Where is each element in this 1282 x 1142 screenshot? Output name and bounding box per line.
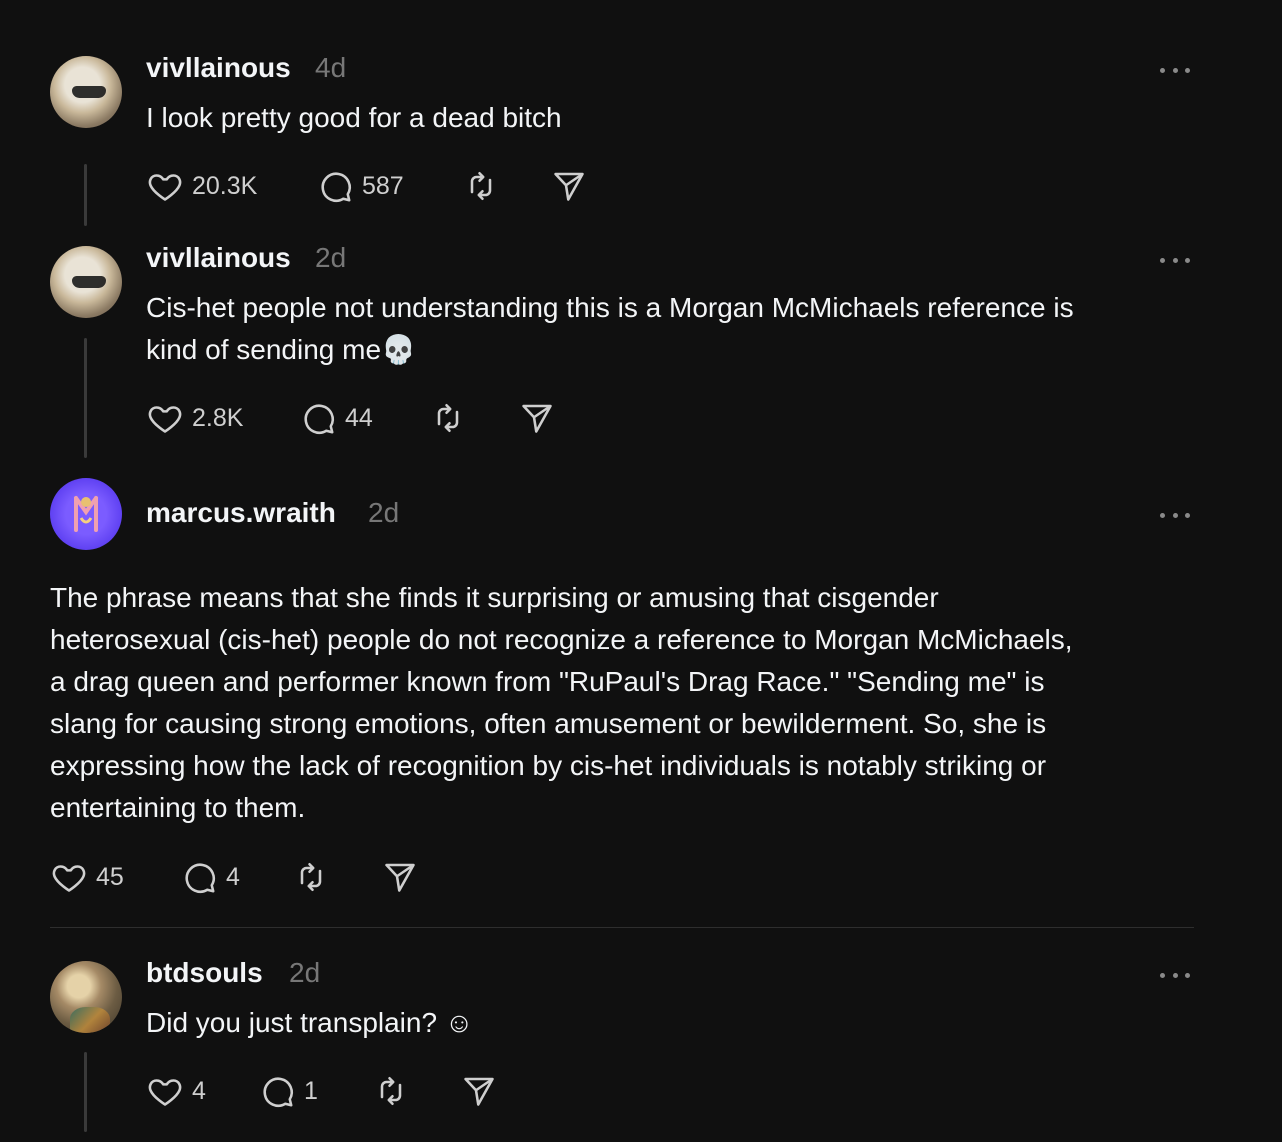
- more-icon[interactable]: [1160, 508, 1190, 522]
- share-button[interactable]: [550, 168, 588, 204]
- share-button[interactable]: [518, 400, 556, 436]
- heart-icon: [148, 1079, 182, 1106]
- post-text-line: slang for causing strong emotions, often…: [50, 708, 1047, 739]
- reply-count: 44: [345, 403, 373, 432]
- repost-icon: [380, 1076, 402, 1106]
- like-count: 2.8K: [192, 403, 244, 432]
- share-button[interactable]: [460, 1073, 498, 1109]
- avatar[interactable]: [50, 56, 122, 128]
- username[interactable]: marcus.wraith: [146, 497, 336, 529]
- reply-button[interactable]: 1: [258, 1073, 318, 1109]
- divider: [50, 927, 1194, 928]
- thread-line: [84, 1052, 87, 1132]
- post-time: 2d: [289, 957, 321, 988]
- reply-count: 4: [226, 862, 240, 891]
- like-count: 4: [192, 1076, 206, 1105]
- like-button[interactable]: 2.8K: [146, 400, 243, 436]
- reply-count: 587: [362, 171, 404, 200]
- reply-count: 1: [304, 1076, 318, 1105]
- repost-button[interactable]: [462, 168, 500, 204]
- more-icon[interactable]: [1160, 63, 1190, 77]
- thread-line: [84, 164, 87, 226]
- avatar[interactable]: [50, 478, 122, 550]
- heart-icon: [148, 174, 182, 201]
- like-button[interactable]: 4: [146, 1073, 206, 1109]
- post-text-line: a drag queen and performer known from "R…: [50, 666, 1045, 697]
- more-icon[interactable]: [1160, 253, 1190, 267]
- repost-icon: [437, 403, 459, 433]
- repost-button[interactable]: [292, 859, 330, 895]
- thread-line: [84, 338, 87, 458]
- post-text-line: heterosexual (cis-het) people do not rec…: [50, 624, 1073, 655]
- post-text-line: kind of sending me💀: [146, 334, 416, 365]
- username[interactable]: btdsouls: [146, 957, 263, 989]
- repost-button[interactable]: [429, 400, 467, 436]
- repost-button[interactable]: [372, 1073, 410, 1109]
- reply-button[interactable]: 4: [180, 859, 240, 895]
- comment-icon: [321, 172, 351, 202]
- post-text-line: Cis-het people not understanding this is…: [146, 292, 1074, 323]
- post-time: 2d: [368, 497, 400, 528]
- heart-icon: [52, 865, 86, 892]
- post-text: I look pretty good for a dead bitch: [146, 102, 562, 133]
- repost-icon: [300, 862, 322, 892]
- share-button[interactable]: [381, 859, 419, 895]
- like-button[interactable]: 20.3K: [146, 168, 257, 204]
- like-count: 45: [96, 862, 124, 891]
- post-text-line: entertaining to them.: [50, 792, 306, 823]
- post-text-line: The phrase means that she finds it surpr…: [50, 582, 939, 613]
- send-icon: [464, 1077, 494, 1106]
- username[interactable]: vivllainous: [146, 52, 291, 84]
- comment-icon: [304, 404, 334, 434]
- send-icon: [385, 863, 415, 892]
- reply-button[interactable]: 44: [299, 400, 373, 436]
- send-icon: [522, 404, 552, 433]
- post-text-line: expressing how the lack of recognition b…: [50, 750, 1047, 781]
- comment-icon: [263, 1077, 293, 1107]
- post-time: 4d: [315, 52, 347, 83]
- repost-icon: [470, 171, 492, 201]
- reply-button[interactable]: 587: [316, 168, 404, 204]
- send-icon: [554, 172, 584, 201]
- avatar[interactable]: [50, 961, 122, 1033]
- post-text: Did you just transplain? ☺: [146, 1007, 474, 1038]
- avatar[interactable]: [50, 246, 122, 318]
- like-count: 20.3K: [192, 171, 258, 200]
- username[interactable]: vivllainous: [146, 242, 291, 274]
- like-button[interactable]: 45: [50, 859, 124, 895]
- more-icon[interactable]: [1160, 968, 1190, 982]
- heart-icon: [148, 406, 182, 433]
- comment-icon: [185, 863, 215, 893]
- post-time: 2d: [315, 242, 347, 273]
